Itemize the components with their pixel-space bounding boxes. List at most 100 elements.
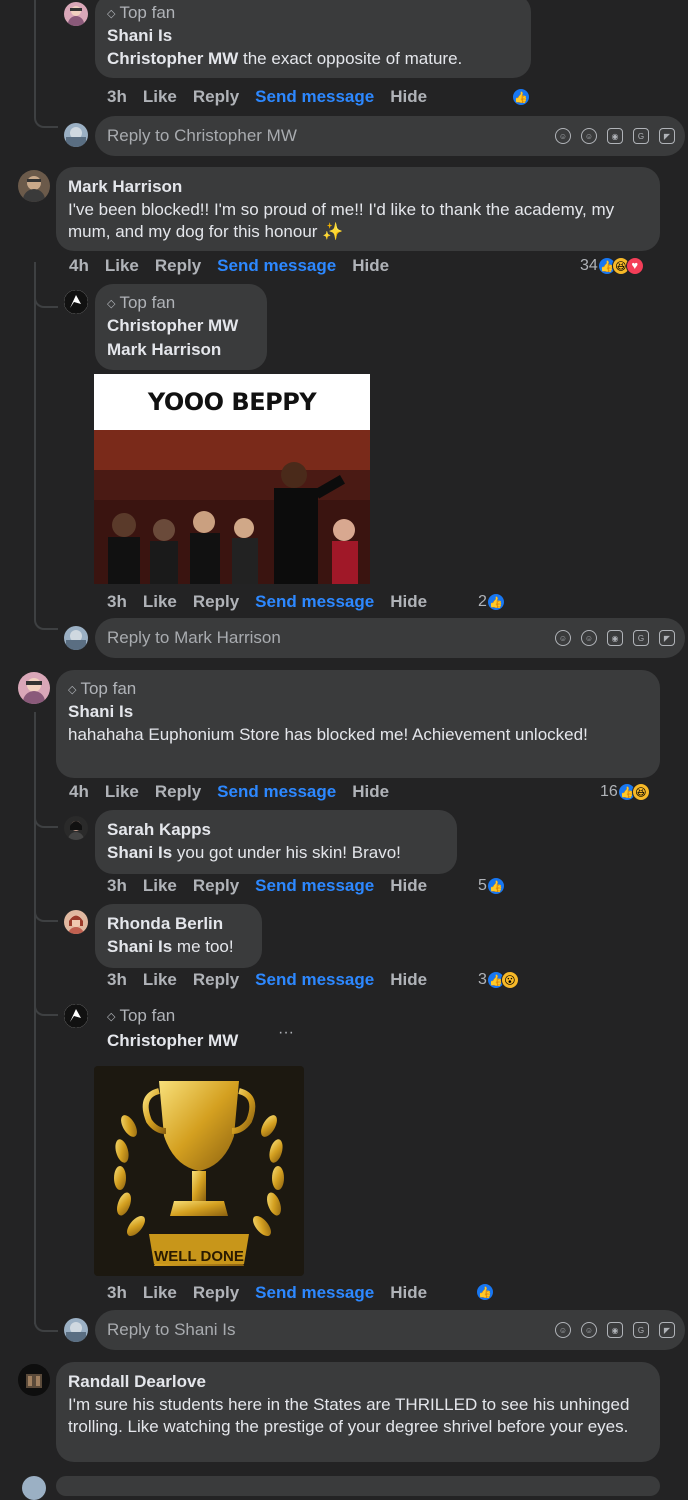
like-button[interactable]: Like — [105, 256, 139, 276]
avatar[interactable] — [18, 672, 50, 704]
send-message-button[interactable]: Send message — [255, 87, 374, 107]
gif-caption-bar: YOOO BEPPY — [94, 374, 370, 430]
mention-link[interactable]: Mark Harrison — [107, 338, 255, 362]
reaction-summary[interactable]: 5 👍 — [478, 875, 505, 897]
avatar[interactable] — [64, 910, 88, 934]
mention-link[interactable]: Shani Is — [107, 843, 172, 862]
reaction-summary[interactable]: 16 👍 😆 — [600, 781, 650, 803]
avatar[interactable] — [64, 1004, 88, 1028]
timestamp[interactable]: 3h — [107, 87, 127, 107]
reply-input[interactable]: Reply to Christopher MW ☺ ☺ ◉ G ◤ — [95, 116, 685, 156]
commenter-name[interactable]: Shani Is — [107, 24, 519, 48]
emoji-icon[interactable]: ☺ — [581, 1322, 597, 1338]
commenter-name[interactable]: Sarah Kapps — [107, 818, 445, 842]
reply-button[interactable]: Reply — [155, 256, 201, 276]
avatar[interactable] — [22, 1476, 46, 1500]
comment-actions: 4h Like Reply Send message Hide — [69, 781, 405, 803]
avatar-image — [68, 915, 84, 934]
timestamp[interactable]: 4h — [69, 782, 89, 802]
send-message-button[interactable]: Send message — [217, 256, 336, 276]
avatar[interactable] — [64, 290, 88, 314]
gif-icon[interactable]: G — [633, 128, 649, 144]
like-button[interactable]: Like — [143, 592, 177, 612]
more-options-icon[interactable]: ··· — [278, 1024, 294, 1042]
sticker-icon[interactable]: ◤ — [659, 128, 675, 144]
mention-link[interactable]: Shani Is — [107, 937, 172, 956]
gif-icon[interactable]: G — [633, 1322, 649, 1338]
hide-button[interactable]: Hide — [390, 1283, 427, 1303]
commenter-name[interactable]: Christopher MW — [107, 1029, 238, 1053]
reply-input[interactable]: Reply to Shani Is ☺ ☺ ◉ G ◤ — [95, 1310, 685, 1350]
avatar-sticker-icon[interactable]: ☺ — [555, 128, 571, 144]
reaction-count: 3 — [478, 971, 487, 988]
thread-connector — [34, 288, 58, 308]
avatar[interactable] — [64, 816, 88, 840]
like-button[interactable]: Like — [143, 876, 177, 896]
diamond-icon: ◇ — [107, 297, 116, 310]
send-message-button[interactable]: Send message — [217, 782, 336, 802]
trophy-image: WELL DONE — [94, 1066, 304, 1276]
like-button[interactable]: Like — [143, 87, 177, 107]
like-button[interactable]: Like — [105, 782, 139, 802]
gif-attachment[interactable]: YOOO BEPPY — [94, 374, 370, 584]
reaction-summary[interactable]: 34 👍 😆 ♥ — [580, 255, 644, 277]
avatar[interactable] — [18, 1364, 50, 1396]
gif-icon[interactable]: G — [633, 630, 649, 646]
hide-button[interactable]: Hide — [390, 592, 427, 612]
timestamp[interactable]: 4h — [69, 256, 89, 276]
send-message-button[interactable]: Send message — [255, 876, 374, 896]
like-button[interactable]: Like — [143, 970, 177, 990]
like-button[interactable]: Like — [143, 1283, 177, 1303]
reaction-summary[interactable]: 👍 — [476, 1281, 494, 1303]
avatar-image — [64, 1004, 88, 1028]
reply-input[interactable]: Reply to Mark Harrison ☺ ☺ ◉ G ◤ — [95, 618, 685, 658]
comment-text: I've been blocked!! I'm so proud of me!!… — [68, 200, 615, 241]
send-message-button[interactable]: Send message — [255, 592, 374, 612]
send-message-button[interactable]: Send message — [255, 970, 374, 990]
reaction-summary[interactable]: 3 👍 😮 — [478, 969, 519, 991]
reaction-summary[interactable]: 2 👍 — [478, 591, 505, 613]
timestamp[interactable]: 3h — [107, 970, 127, 990]
hide-button[interactable]: Hide — [352, 782, 389, 802]
camera-icon[interactable]: ◉ — [607, 128, 623, 144]
trophy-image-attachment[interactable]: WELL DONE — [94, 1066, 304, 1276]
reaction-count: 16 — [600, 783, 618, 800]
hide-button[interactable]: Hide — [390, 87, 427, 107]
comment-header: ◇ Top fan Christopher MW — [107, 1005, 238, 1053]
sticker-icon[interactable]: ◤ — [659, 630, 675, 646]
comment-bubble: ◇ Top fan Shani Is Christopher MW the exa… — [95, 0, 531, 78]
hide-button[interactable]: Hide — [352, 256, 389, 276]
timestamp[interactable]: 3h — [107, 1283, 127, 1303]
commenter-name[interactable]: Rhonda Berlin — [107, 912, 250, 936]
avatar-sticker-icon[interactable]: ☺ — [555, 630, 571, 646]
commenter-name[interactable]: Christopher MW — [107, 314, 255, 338]
avatar[interactable] — [18, 170, 50, 202]
commenter-name[interactable]: Mark Harrison — [68, 175, 648, 199]
camera-icon[interactable]: ◉ — [607, 1322, 623, 1338]
emoji-icon[interactable]: ☺ — [581, 630, 597, 646]
reply-button[interactable]: Reply — [193, 592, 239, 612]
top-fan-badge: ◇ Top fan — [107, 293, 176, 312]
send-message-button[interactable]: Send message — [255, 1283, 374, 1303]
timestamp[interactable]: 3h — [107, 876, 127, 896]
emoji-icon[interactable]: ☺ — [581, 128, 597, 144]
timestamp[interactable]: 3h — [107, 592, 127, 612]
camera-icon[interactable]: ◉ — [607, 630, 623, 646]
comment-actions: 3h Like Reply Send message Hide — [107, 1282, 443, 1304]
hide-button[interactable]: Hide — [390, 970, 427, 990]
reply-button[interactable]: Reply — [193, 876, 239, 896]
reaction-summary[interactable]: 👍 — [512, 86, 530, 108]
commenter-name[interactable]: Shani Is — [68, 700, 648, 724]
reply-button[interactable]: Reply — [193, 1283, 239, 1303]
comment-bubble: Sarah Kapps Shani Is you got under his s… — [95, 810, 457, 874]
avatar[interactable] — [64, 2, 88, 26]
commenter-name[interactable]: Randall Dearlove — [68, 1370, 648, 1394]
avatar-sticker-icon[interactable]: ☺ — [555, 1322, 571, 1338]
reply-button[interactable]: Reply — [155, 782, 201, 802]
thread-connector — [34, 1312, 58, 1332]
sticker-icon[interactable]: ◤ — [659, 1322, 675, 1338]
reply-button[interactable]: Reply — [193, 970, 239, 990]
hide-button[interactable]: Hide — [390, 876, 427, 896]
mention-link[interactable]: Christopher MW — [107, 49, 238, 68]
reply-button[interactable]: Reply — [193, 87, 239, 107]
